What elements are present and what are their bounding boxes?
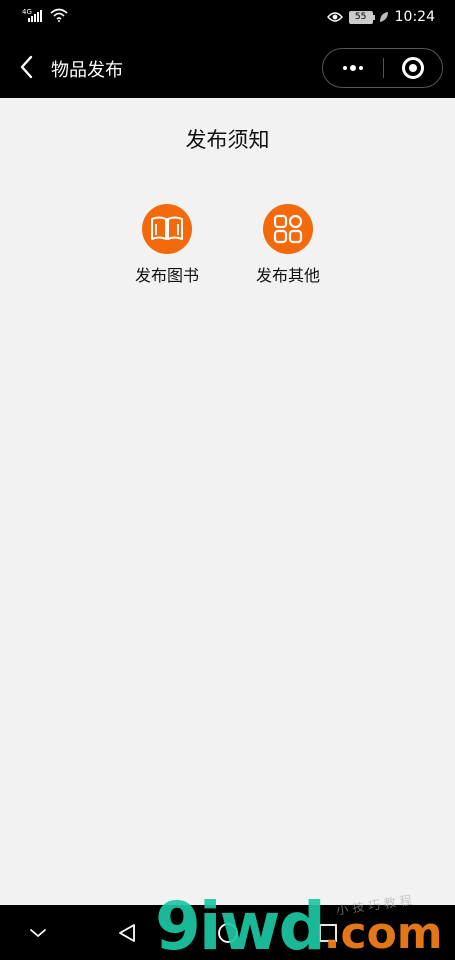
book-icon (142, 204, 192, 254)
wifi-icon (50, 8, 68, 22)
publish-book-button[interactable]: 发布图书 (122, 204, 212, 286)
leaf-icon (379, 12, 388, 22)
status-right: 55 10:24 (326, 9, 435, 25)
battery-indicator: 55 (348, 10, 375, 24)
clock: 10:24 (394, 9, 435, 25)
system-back-button[interactable] (115, 921, 139, 945)
chevron-down-icon (30, 929, 46, 938)
more-dot-icon (350, 65, 356, 71)
publish-notice-link[interactable]: 发布须知 (0, 124, 455, 154)
more-dot-icon (343, 66, 347, 70)
status-bar: 4G 55 10:24 (0, 0, 455, 36)
close-miniprogram-button[interactable] (384, 49, 442, 87)
miniprogram-capsule (322, 48, 443, 88)
publish-other-button[interactable]: 发布其他 (243, 204, 333, 286)
eye-icon (326, 12, 343, 22)
more-button[interactable] (323, 49, 383, 87)
chevron-left-icon (20, 55, 33, 79)
network-type: 4G (22, 8, 32, 16)
target-icon (402, 57, 424, 79)
nav-bar: 物品发布 (0, 36, 455, 98)
status-left: 4G (22, 8, 68, 22)
grid-icon (263, 204, 313, 254)
page-title: 物品发布 (51, 60, 123, 81)
hide-nav-button[interactable] (26, 921, 50, 945)
publish-book-label: 发布图书 (134, 266, 199, 285)
watermark-main-text: 9iwd (155, 888, 326, 960)
triangle-back-icon (119, 924, 135, 942)
back-button[interactable] (14, 54, 38, 80)
publish-other-label: 发布其他 (255, 266, 320, 285)
more-dot-icon (359, 66, 363, 70)
